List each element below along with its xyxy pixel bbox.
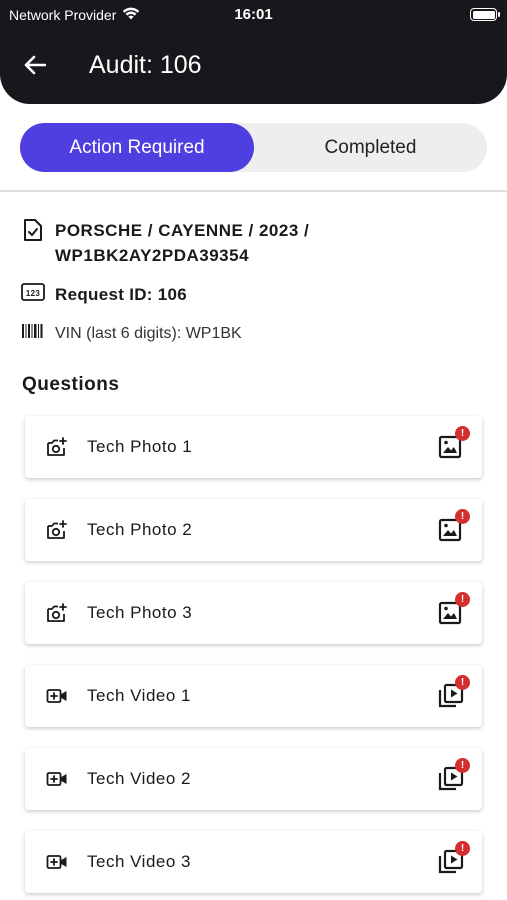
tab-action-required[interactable]: Action Required xyxy=(20,123,254,172)
divider xyxy=(0,190,507,192)
vehicle-make-model: PORSCHE / CAYENNE / 2023 / xyxy=(55,221,310,240)
question-item[interactable]: Tech Video 1! xyxy=(25,665,482,727)
question-item[interactable]: Tech Photo 1! xyxy=(25,416,482,478)
tab-completed[interactable]: Completed xyxy=(254,123,487,172)
app-header: Network Provider 16:01 Audit: 106 xyxy=(0,0,507,104)
question-label: Tech Video 3 xyxy=(87,852,191,871)
request-id-label: Request ID: 106 xyxy=(55,285,188,304)
battery-icon xyxy=(470,8,500,21)
status-bar: Network Provider 16:01 xyxy=(0,0,507,30)
numbers-123-icon: 123 xyxy=(21,282,45,302)
question-label: Tech Video 2 xyxy=(87,769,191,788)
alert-badge: ! xyxy=(455,426,470,441)
question-label: Tech Photo 2 xyxy=(87,520,193,539)
question-item[interactable]: Tech Video 3! xyxy=(25,831,482,893)
add-video-icon xyxy=(45,850,69,874)
arrow-left-icon xyxy=(24,55,46,75)
alert-badge: ! xyxy=(455,675,470,690)
alert-badge: ! xyxy=(455,758,470,773)
question-item[interactable]: Tech Photo 2! xyxy=(25,499,482,561)
question-label: Tech Video 1 xyxy=(87,686,191,705)
document-check-icon xyxy=(21,218,45,242)
add-photo-icon xyxy=(45,601,69,625)
vin-info: VIN (last 6 digits): WP1BK xyxy=(21,322,242,346)
page-title: Audit: 106 xyxy=(89,51,202,79)
status-tabs: Action Required Completed xyxy=(20,123,487,172)
question-item[interactable]: Tech Video 2! xyxy=(25,748,482,810)
vin-label: VIN (last 6 digits): WP1BK xyxy=(55,325,242,342)
question-item[interactable]: Tech Photo 3! xyxy=(25,582,482,644)
alert-badge: ! xyxy=(455,509,470,524)
vehicle-info: PORSCHE / CAYENNE / 2023 / WP1BK2AY2PDA3… xyxy=(21,218,341,268)
question-label: Tech Photo 1 xyxy=(87,437,193,456)
status-time: 16:01 xyxy=(234,6,273,23)
questions-heading: Questions xyxy=(22,374,120,395)
question-label: Tech Photo 3 xyxy=(87,603,193,622)
alert-badge: ! xyxy=(455,841,470,856)
back-button[interactable] xyxy=(20,50,50,80)
request-info: 123 Request ID: 106 xyxy=(21,282,187,307)
barcode-icon xyxy=(21,322,45,340)
add-video-icon xyxy=(45,684,69,708)
add-photo-icon xyxy=(45,518,69,542)
add-video-icon xyxy=(45,767,69,791)
svg-text:123: 123 xyxy=(26,289,40,298)
alert-badge: ! xyxy=(455,592,470,607)
add-photo-icon xyxy=(45,435,69,459)
vehicle-vin-full: WP1BK2AY2PDA39354 xyxy=(55,246,250,265)
